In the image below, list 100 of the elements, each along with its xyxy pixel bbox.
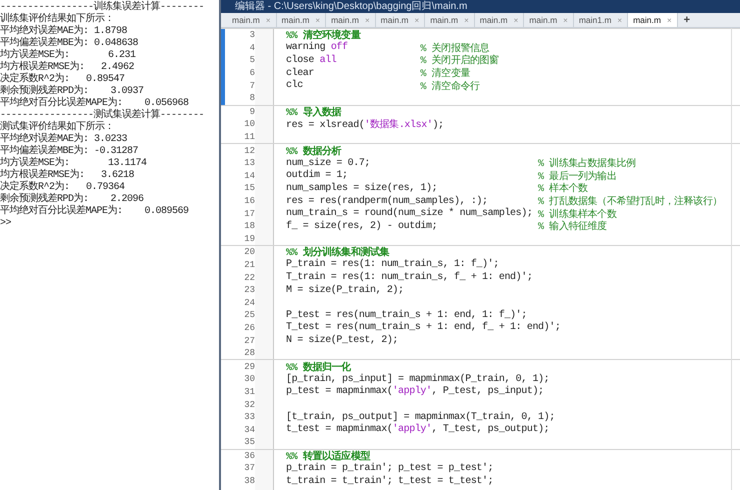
code-line: f_ = size(res, 2) - outdim; bbox=[286, 220, 438, 232]
line-number: 15 bbox=[243, 183, 255, 194]
code-line: t_test = mapminmax('apply', T_test, ps_output); bbox=[286, 424, 550, 436]
line-number: 35 bbox=[243, 437, 255, 448]
line-number: 34 bbox=[243, 424, 255, 435]
code-line: p_train = p_train'; p_test = p_test'; bbox=[286, 462, 494, 474]
file-tab[interactable]: main.m × bbox=[425, 13, 475, 27]
line-number: 28 bbox=[243, 348, 255, 358]
line-number: 24 bbox=[243, 298, 255, 308]
line-number: 11 bbox=[243, 132, 255, 142]
line-number: 29 bbox=[243, 362, 255, 372]
file-tab[interactable]: main.m × bbox=[474, 13, 524, 27]
file-tab[interactable]: main.m × bbox=[628, 13, 678, 27]
console-output-line: 平均绝对误差MAE为: 1.8798 bbox=[0, 26, 128, 37]
line-number: 6 bbox=[248, 68, 255, 78]
line-number: 14 bbox=[243, 170, 255, 181]
line-number: 16 bbox=[243, 196, 255, 206]
line-number: 20 bbox=[243, 247, 255, 258]
line-number: 10 bbox=[243, 119, 255, 130]
line-number: 18 bbox=[243, 221, 255, 232]
code-comment: % 训练集样本个数 bbox=[538, 208, 616, 221]
code-line: t_train = t_train'; t_test = t_test'; bbox=[286, 476, 494, 487]
line-number: 26 bbox=[243, 322, 255, 333]
code-comment: % 打乱数据集（不希望打乱时，注释该行） bbox=[538, 194, 722, 208]
console-output-line: 平均绝对百分比误差MAPE为: 0.056968 bbox=[0, 98, 189, 109]
code-line: P_test = res(num_train_s + 1: end, 1: f_)'; bbox=[286, 310, 527, 321]
code-line: P_train = res(1: num_train_s, 1: f_)'; bbox=[286, 259, 499, 270]
line-number: 22 bbox=[243, 272, 255, 283]
line-number: 21 bbox=[243, 260, 255, 270]
file-tab[interactable]: main.m × bbox=[227, 13, 277, 27]
console-output-line: 均方根误差RMSE为: 2.4962 bbox=[0, 62, 134, 73]
console-output-line: 测试集评价结果如下所示： bbox=[0, 122, 114, 133]
code-line: num_train_s = round(num_size * num_samples); bbox=[286, 208, 534, 220]
code-line: T_test = res(num_train_s + 1: end, f_ + 1: end)'; bbox=[286, 322, 560, 334]
code-line: num_samples = size(res, 1); bbox=[286, 182, 438, 194]
line-number: 19 bbox=[243, 234, 255, 244]
code-line: %% 划分训练集和测试集 bbox=[286, 246, 390, 260]
console-output-line: >> bbox=[0, 218, 12, 230]
code-comment: % 输入特征维度 bbox=[538, 220, 607, 234]
code-line: clc bbox=[286, 80, 304, 92]
code-line: %% 数据归一化 bbox=[286, 360, 351, 374]
code-comment: % 最后一列为输出 bbox=[538, 170, 616, 183]
line-number: 7 bbox=[248, 80, 255, 91]
console-output-line: 平均绝对百分比误差MAPE为: 0.089569 bbox=[0, 206, 189, 218]
console-output-line: 平均偏差误差MBE为: -0.31287 bbox=[0, 146, 138, 157]
code-line: p_test = mapminmax('apply', P_test, ps_input); bbox=[286, 386, 544, 398]
console-output-line: 平均偏差误差MBE为: 0.048638 bbox=[0, 38, 138, 49]
line-number: 31 bbox=[243, 386, 255, 397]
code-line: %% 清空环境变量 bbox=[286, 28, 360, 42]
console-output-line: -----------------训练集误差计算-------- bbox=[0, 2, 204, 13]
line-number: 37 bbox=[243, 463, 255, 474]
file-tab[interactable]: main.m × bbox=[376, 13, 426, 27]
code-line: [p_train, ps_input] = mapminmax(P_train, 0, 1); bbox=[286, 374, 550, 385]
line-number: 25 bbox=[243, 310, 255, 320]
console-output-line: 均方误差MSE为: 6.231 bbox=[0, 50, 136, 61]
line-number: 5 bbox=[248, 55, 255, 66]
line-number: 30 bbox=[243, 374, 255, 384]
code-line: close all bbox=[286, 54, 338, 66]
code-line: [t_train, ps_output] = mapminmax(T_train, 0, 1); bbox=[286, 412, 555, 423]
code-line: res = res(randperm(num_samples), :); bbox=[286, 196, 489, 207]
line-number: 33 bbox=[243, 412, 255, 422]
code-line: num_size = 0.7; bbox=[286, 158, 372, 169]
file-tab[interactable]: main.m × bbox=[524, 13, 574, 27]
code-line: warning off bbox=[286, 42, 349, 54]
console-output-line: 决定系数R^2为: 0.79364 bbox=[0, 182, 125, 193]
line-number: 12 bbox=[243, 146, 255, 156]
new-tab-button[interactable]: + bbox=[678, 13, 696, 27]
console-output-line: 平均绝对误差MAE为: 3.0233 bbox=[0, 134, 128, 145]
line-number: 23 bbox=[243, 285, 255, 296]
code-line: %% 数据分析 bbox=[286, 144, 342, 158]
code-comment: % 清空命令行 bbox=[420, 80, 480, 93]
code-line: outdim = 1; bbox=[286, 170, 349, 182]
code-comment: % 清空变量 bbox=[420, 66, 470, 80]
code-line: res = xlsread('数据集.xlsx'); bbox=[286, 118, 444, 132]
console-output-line: 均方误差MSE为: 13.1174 bbox=[0, 158, 147, 169]
console-output-line: 均方根误差RMSE为: 3.6218 bbox=[0, 170, 134, 181]
console-output-line: -----------------测试集误差计算-------- bbox=[0, 110, 204, 121]
console-output-line: 决定系数R^2为: 0.89547 bbox=[0, 74, 125, 85]
code-line: M = size(P_train, 2); bbox=[286, 284, 404, 296]
code-line: clear bbox=[286, 68, 316, 79]
code-comment: % 样本个数 bbox=[538, 182, 588, 196]
code-comment: % 关闭开启的图窗 bbox=[420, 54, 499, 68]
line-number: 38 bbox=[243, 476, 255, 486]
code-comment: % 训练集占数据集比例 bbox=[538, 156, 636, 170]
line-number: 3 bbox=[248, 30, 255, 40]
console-output-line: 剩余预测残差RPD为: 2.2096 bbox=[0, 194, 144, 205]
window-title: 编辑器 - C:\Users\king\Desktop\bagging回归\main.m bbox=[221, 0, 740, 13]
code-line: N = size(P_test, 2); bbox=[286, 335, 398, 346]
console-output-line: 训练集评价结果如下所示： bbox=[0, 14, 114, 25]
code-comment: % 关闭报警信息 bbox=[420, 42, 490, 55]
code-line: %% 导入数据 bbox=[286, 106, 342, 119]
console-output-line: 剩余预测残差RPD为: 3.0937 bbox=[0, 86, 144, 97]
file-tab[interactable]: main.m × bbox=[326, 13, 376, 27]
line-number: 17 bbox=[243, 208, 255, 219]
line-number: 4 bbox=[248, 42, 255, 53]
code-line: T_train = res(1: num_train_s, f_ + 1: end)'; bbox=[286, 272, 532, 284]
file-tab[interactable]: main.m × bbox=[276, 13, 326, 27]
line-number: 32 bbox=[243, 400, 255, 410]
line-number: 8 bbox=[248, 93, 255, 104]
line-number: 9 bbox=[248, 106, 255, 117]
